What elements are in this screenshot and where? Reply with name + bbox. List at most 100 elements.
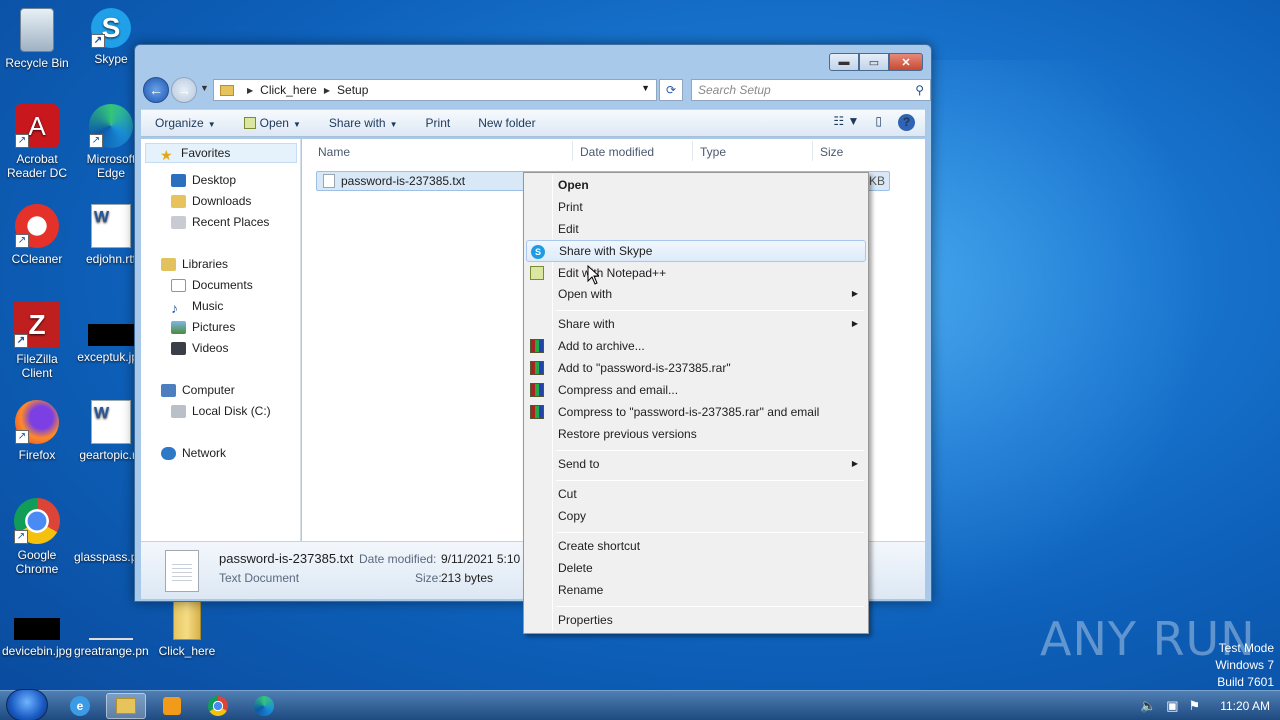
taskbar-chrome[interactable] (198, 693, 238, 719)
nav-music[interactable]: ♪ Music (171, 299, 223, 316)
menu-item-edit[interactable]: Edit (526, 218, 866, 240)
desktop-icon-filezilla[interactable]: Z ↗ FileZilla Client (0, 302, 74, 380)
nav-network[interactable]: Network (161, 446, 226, 460)
column-divider[interactable] (692, 141, 693, 161)
nav-local-disk[interactable]: Local Disk (C:) (171, 404, 271, 418)
nav-recent-places[interactable]: Recent Places (171, 215, 269, 229)
column-header-date-modified[interactable]: Date modified (580, 145, 654, 159)
menu-item-add-to-archive[interactable]: Add to archive... (526, 335, 866, 357)
computer-icon (161, 383, 176, 397)
address-dropdown-icon[interactable]: ▼ (641, 83, 650, 93)
desktop-icon-label: Click_here (158, 644, 216, 658)
skype-icon: S (531, 245, 545, 259)
nav-pictures[interactable]: Pictures (171, 320, 235, 334)
taskbar-internet-explorer[interactable]: e (60, 693, 100, 719)
column-divider[interactable] (572, 141, 573, 161)
menu-item-rename[interactable]: Rename (526, 579, 866, 601)
desktop-icon-click-here[interactable]: Click_here (150, 596, 224, 658)
help-icon[interactable]: ? (898, 114, 915, 131)
nav-documents[interactable]: Documents (171, 278, 253, 292)
menu-item-share-with-skype[interactable]: S Share with Skype (526, 240, 866, 262)
desktop-icon-greatrange[interactable]: greatrange.png (74, 596, 148, 658)
nav-videos[interactable]: Videos (171, 341, 228, 355)
search-icon[interactable]: ⚲ (915, 80, 924, 100)
new-folder-button[interactable]: New folder (464, 116, 549, 130)
action-center-flag-icon[interactable]: ⚑ (1189, 698, 1201, 714)
menu-item-restore-previous-versions[interactable]: Restore previous versions (526, 423, 866, 445)
nav-libraries[interactable]: Libraries (161, 257, 228, 271)
volume-icon[interactable]: 🔈 (1140, 698, 1156, 714)
menu-item-copy[interactable]: Copy (526, 505, 866, 527)
nav-label: Downloads (192, 194, 252, 208)
open-button[interactable]: Open ▼ (230, 116, 315, 130)
desktop-icon-acrobat[interactable]: A ↗ Acrobat Reader DC (0, 104, 74, 180)
edge-icon: ↗ (89, 104, 133, 148)
desktop-icon-firefox[interactable]: ↗ Firefox (0, 400, 74, 462)
menu-item-compress-rar-and-email[interactable]: Compress to "password-is-237385.rar" and… (526, 401, 866, 423)
chrome-icon (208, 696, 228, 716)
organize-button[interactable]: Organize ▼ (141, 116, 230, 130)
menu-item-properties[interactable]: Properties (526, 609, 866, 631)
column-header-size[interactable]: Size (820, 145, 843, 159)
breadcrumb-separator-icon[interactable]: ▶ (247, 86, 253, 95)
preview-pane-icon[interactable]: ▯ (875, 114, 882, 131)
forward-arrow-icon[interactable]: → (171, 77, 197, 103)
desktop-icon-label: Recycle Bin (5, 56, 69, 70)
recent-pages-dropdown-icon[interactable]: ▼ (200, 83, 209, 93)
nav-desktop[interactable]: Desktop (171, 173, 236, 187)
desktop-icon-ccleaner[interactable]: ↗ CCleaner (0, 204, 74, 266)
desktop-icon-devicebin[interactable]: devicebin.jpg (0, 596, 74, 658)
menu-item-create-shortcut[interactable]: Create shortcut (526, 535, 866, 557)
address-bar[interactable]: ▶ Click_here ▶ Setup ▼ (213, 79, 657, 101)
notepad-plus-plus-icon (530, 266, 544, 280)
system-tray: 🔈 ▣ ⚑ 11:20 AM (1130, 691, 1270, 720)
breadcrumb-separator-icon[interactable]: ▶ (324, 86, 330, 95)
menu-item-compress-and-email[interactable]: Compress and email... (526, 379, 866, 401)
breadcrumb-setup[interactable]: Setup (337, 83, 368, 97)
menu-item-delete[interactable]: Delete (526, 557, 866, 579)
maximize-button[interactable]: ▭ (859, 53, 889, 71)
media-player-icon (163, 697, 181, 715)
nav-downloads[interactable]: Downloads (171, 194, 251, 208)
view-options-icon[interactable]: ☷ ▼ (833, 114, 859, 131)
submenu-arrow-icon: ▶ (851, 289, 858, 298)
menu-item-send-to[interactable]: Send to ▶ (526, 453, 866, 475)
menu-item-open[interactable]: Open (526, 174, 866, 196)
menu-item-label: Compress to "password-is-237385.rar" and… (558, 405, 820, 419)
column-header-name[interactable]: Name (318, 145, 350, 159)
menu-item-add-to-rar[interactable]: Add to "password-is-237385.rar" (526, 357, 866, 379)
column-header-type[interactable]: Type (700, 145, 726, 159)
menu-item-open-with[interactable]: Open with ▶ (526, 283, 866, 305)
view-controls: ☷ ▼ ▯ ? (817, 114, 915, 131)
address-row: ← → ▼ ▶ Click_here ▶ Setup ▼ ⟳ Search Se… (143, 77, 931, 103)
image-thumbnail-icon (14, 618, 60, 640)
column-divider[interactable] (812, 141, 813, 161)
music-icon: ♪ (171, 299, 178, 316)
taskbar-explorer[interactable] (106, 693, 146, 719)
print-button[interactable]: Print (412, 116, 465, 130)
os-label: Windows 7 (1215, 658, 1274, 672)
taskbar-media-player[interactable] (152, 693, 192, 719)
clock[interactable]: 11:20 AM (1220, 699, 1270, 713)
start-button[interactable] (6, 689, 48, 720)
nav-favorites[interactable]: ★ Favorites (145, 143, 297, 163)
menu-item-cut[interactable]: Cut (526, 483, 866, 505)
close-button[interactable]: ✕ (889, 53, 923, 71)
menu-item-share-with[interactable]: Share with ▶ (526, 313, 866, 335)
taskbar-edge[interactable] (244, 693, 284, 719)
acrobat-icon: A ↗ (15, 104, 59, 148)
details-file-name: password-is-237385.txt (219, 551, 354, 566)
search-input[interactable]: Search Setup ⚲ (691, 79, 931, 101)
breadcrumb-click-here[interactable]: Click_here (260, 83, 317, 97)
menu-item-edit-with-notepad[interactable]: Edit with Notepad++ (526, 262, 866, 284)
menu-item-print[interactable]: Print (526, 196, 866, 218)
desktop-icon-recycle-bin[interactable]: Recycle Bin (0, 8, 74, 70)
refresh-icon[interactable]: ⟳ (659, 79, 683, 101)
desktop-icon-chrome[interactable]: ↗ Google Chrome (0, 498, 74, 576)
share-with-button[interactable]: Share with ▼ (315, 116, 412, 130)
network-status-icon[interactable]: ▣ (1166, 698, 1178, 714)
nav-computer[interactable]: Computer (161, 383, 235, 397)
submenu-arrow-icon: ▶ (851, 459, 858, 468)
back-arrow-icon[interactable]: ← (143, 77, 169, 103)
minimize-button[interactable]: ▬ (829, 53, 859, 71)
